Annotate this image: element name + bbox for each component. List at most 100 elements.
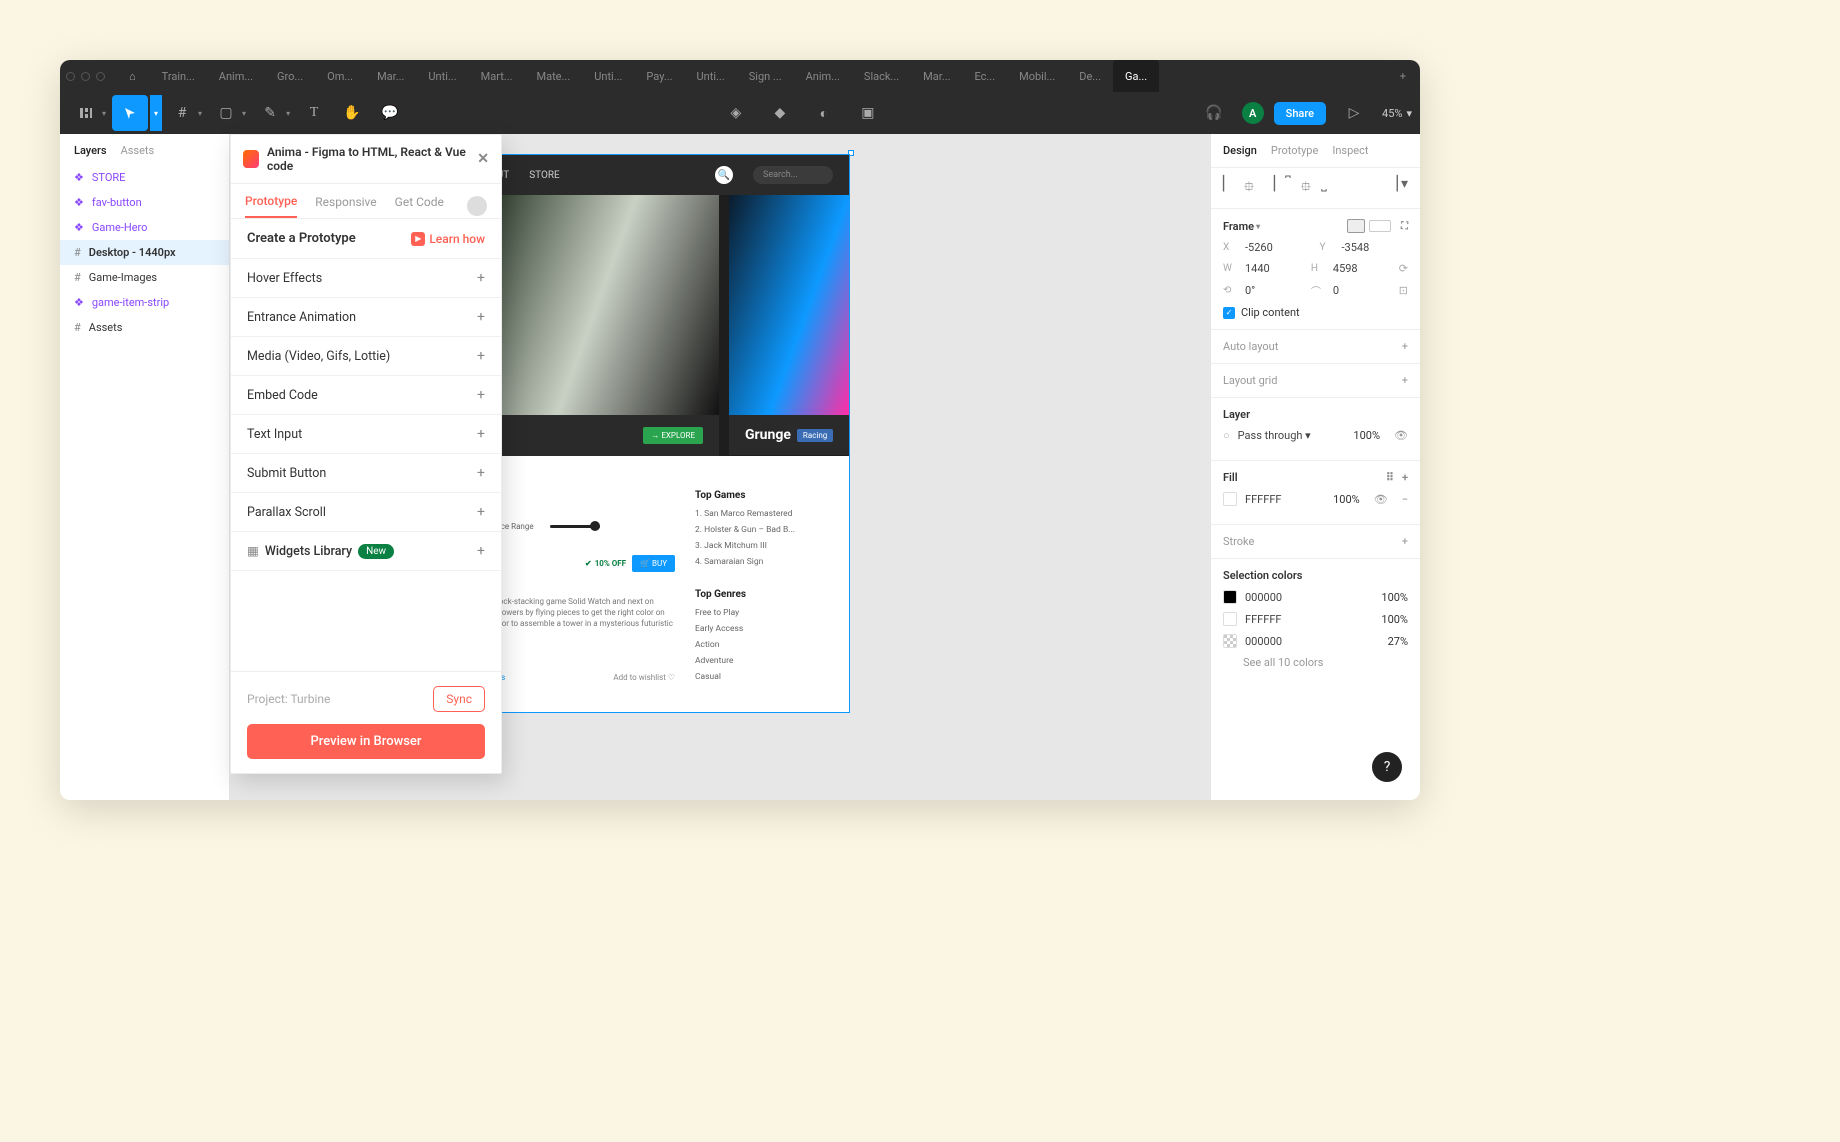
- plus-icon[interactable]: +: [1402, 374, 1408, 387]
- frame-tool-icon[interactable]: #: [164, 95, 200, 131]
- file-tab[interactable]: Anim...: [207, 60, 265, 92]
- y-input[interactable]: -3548: [1342, 241, 1409, 254]
- color-swatch[interactable]: [1223, 612, 1237, 626]
- eye-icon[interactable]: 👁: [1394, 429, 1408, 442]
- text-tool-icon[interactable]: T: [296, 95, 332, 131]
- eye-icon[interactable]: 👁: [1374, 493, 1388, 506]
- anima-user-avatar[interactable]: [467, 196, 487, 216]
- shape-tool-icon[interactable]: ▢: [208, 95, 244, 131]
- w-input[interactable]: 1440: [1245, 262, 1303, 275]
- anima-tab-responsive[interactable]: Responsive: [315, 195, 376, 217]
- styles-icon[interactable]: ⠿: [1386, 471, 1394, 484]
- zoom-dropdown[interactable]: 45% ▾: [1382, 107, 1412, 120]
- file-tab[interactable]: Gro...: [265, 60, 315, 92]
- close-icon[interactable]: ✕: [477, 151, 489, 167]
- file-tab[interactable]: Mate...: [525, 60, 583, 92]
- present-icon[interactable]: ▷: [1336, 95, 1372, 131]
- anima-tab-prototype[interactable]: Prototype: [245, 194, 297, 218]
- color-swatch[interactable]: [1223, 634, 1237, 648]
- align-top-icon[interactable]: ⎴: [1285, 176, 1291, 200]
- file-tab[interactable]: Mar...: [911, 60, 962, 92]
- inspect-tab[interactable]: Inspect: [1332, 144, 1368, 157]
- layer-item[interactable]: ❖STORE: [60, 165, 229, 190]
- distribute-icon[interactable]: ⎮▾: [1394, 176, 1408, 200]
- align-controls[interactable]: ▏ ⯐ ▕ ⎴ ⯐ ⎵ ⎮▾: [1211, 168, 1420, 209]
- remove-icon[interactable]: −: [1402, 493, 1408, 506]
- file-tab[interactable]: Ec...: [963, 60, 1008, 92]
- comment-tool-icon[interactable]: 💬: [372, 95, 408, 131]
- accordion-text-input[interactable]: Text Input+: [231, 414, 501, 453]
- color-swatch[interactable]: [1223, 590, 1237, 604]
- layers-tab[interactable]: Layers: [74, 144, 107, 157]
- help-button[interactable]: ?: [1372, 752, 1402, 782]
- align-left-icon[interactable]: ▏: [1223, 176, 1234, 200]
- fill-swatch[interactable]: [1223, 492, 1237, 506]
- headphones-icon[interactable]: 🎧: [1196, 95, 1232, 131]
- anima-tab-getcode[interactable]: Get Code: [395, 195, 444, 217]
- file-tab[interactable]: Train...: [150, 60, 207, 92]
- move-tool-icon[interactable]: [112, 95, 148, 131]
- align-bottom-icon[interactable]: ⎵: [1321, 176, 1327, 200]
- user-avatar[interactable]: A: [1242, 102, 1264, 124]
- file-tab[interactable]: Sign ...: [737, 60, 794, 92]
- layer-item[interactable]: ❖fav-button: [60, 190, 229, 215]
- align-vcenter-icon[interactable]: ⯐: [1301, 176, 1312, 200]
- accordion-parallax-scroll[interactable]: Parallax Scroll+: [231, 492, 501, 531]
- accordion-media[interactable]: Media (Video, Gifs, Lottie)+: [231, 336, 501, 375]
- window-controls[interactable]: [66, 72, 105, 81]
- union-icon[interactable]: ▣: [850, 95, 886, 131]
- layer-item[interactable]: ❖game-item-strip: [60, 290, 229, 315]
- file-tab[interactable]: Unti...: [582, 60, 634, 92]
- component-icon[interactable]: ◈: [718, 95, 754, 131]
- orientation-landscape[interactable]: [1369, 220, 1391, 232]
- plus-icon[interactable]: +: [1402, 535, 1408, 548]
- auto-layout-row[interactable]: Auto layout+: [1211, 330, 1420, 364]
- fill-opacity-input[interactable]: 100%: [1333, 493, 1360, 506]
- radius-input[interactable]: 0: [1333, 284, 1391, 297]
- resize-icon[interactable]: ⛶: [1401, 221, 1408, 232]
- menu-icon[interactable]: [68, 95, 104, 131]
- file-tab[interactable]: Unti...: [416, 60, 468, 92]
- file-tab[interactable]: Pay...: [634, 60, 684, 92]
- stroke-row[interactable]: Stroke+: [1211, 525, 1420, 559]
- file-tab[interactable]: Om...: [315, 60, 365, 92]
- accordion-submit-button[interactable]: Submit Button+: [231, 453, 501, 492]
- file-tab[interactable]: De...: [1067, 60, 1113, 92]
- x-input[interactable]: -5260: [1245, 241, 1312, 254]
- home-icon[interactable]: ⌂: [129, 70, 136, 83]
- sync-button[interactable]: Sync: [433, 686, 485, 712]
- file-tab-active[interactable]: Ga...: [1113, 60, 1159, 92]
- opacity-input[interactable]: 100%: [1353, 429, 1380, 442]
- accordion-embed-code[interactable]: Embed Code+: [231, 375, 501, 414]
- blend-mode-select[interactable]: Pass through ▾: [1238, 429, 1346, 442]
- file-tab[interactable]: Unti...: [685, 60, 737, 92]
- design-tab[interactable]: Design: [1223, 144, 1257, 157]
- rotation-input[interactable]: 0°: [1245, 284, 1303, 297]
- align-right-icon[interactable]: ▕: [1264, 176, 1275, 200]
- plus-icon[interactable]: +: [1402, 340, 1408, 353]
- assets-tab[interactable]: Assets: [121, 144, 155, 157]
- file-tab[interactable]: Mobil...: [1007, 60, 1067, 92]
- file-tab[interactable]: Slack...: [852, 60, 911, 92]
- plus-icon[interactable]: +: [1402, 471, 1408, 484]
- file-tab[interactable]: Mar...: [365, 60, 416, 92]
- hand-tool-icon[interactable]: ✋: [334, 95, 370, 131]
- file-tab[interactable]: Anim...: [794, 60, 852, 92]
- independent-corners-icon[interactable]: ⊡: [1399, 284, 1408, 297]
- orientation-portrait[interactable]: [1347, 219, 1365, 233]
- constrain-icon[interactable]: ⟳: [1399, 262, 1408, 275]
- accordion-widgets-library[interactable]: ▦ Widgets Library New +: [231, 531, 501, 571]
- fill-hex-input[interactable]: FFFFFF: [1245, 493, 1325, 506]
- see-all-colors-link[interactable]: See all 10 colors: [1223, 656, 1408, 669]
- accordion-hover-effects[interactable]: Hover Effects+: [231, 258, 501, 297]
- boolean-icon[interactable]: ◐: [806, 95, 842, 131]
- layer-item[interactable]: ❖Game-Hero: [60, 215, 229, 240]
- learn-how-link[interactable]: ▶Learn how: [411, 232, 485, 246]
- share-button[interactable]: Share: [1274, 102, 1326, 125]
- prototype-tab[interactable]: Prototype: [1271, 144, 1318, 157]
- mask-icon[interactable]: ◆: [762, 95, 798, 131]
- clip-checkbox[interactable]: ✓: [1223, 307, 1235, 319]
- add-tab-button[interactable]: +: [1392, 70, 1414, 83]
- layer-item[interactable]: #Game-Images: [60, 265, 229, 290]
- layer-item-selected[interactable]: #Desktop - 1440px: [60, 240, 229, 265]
